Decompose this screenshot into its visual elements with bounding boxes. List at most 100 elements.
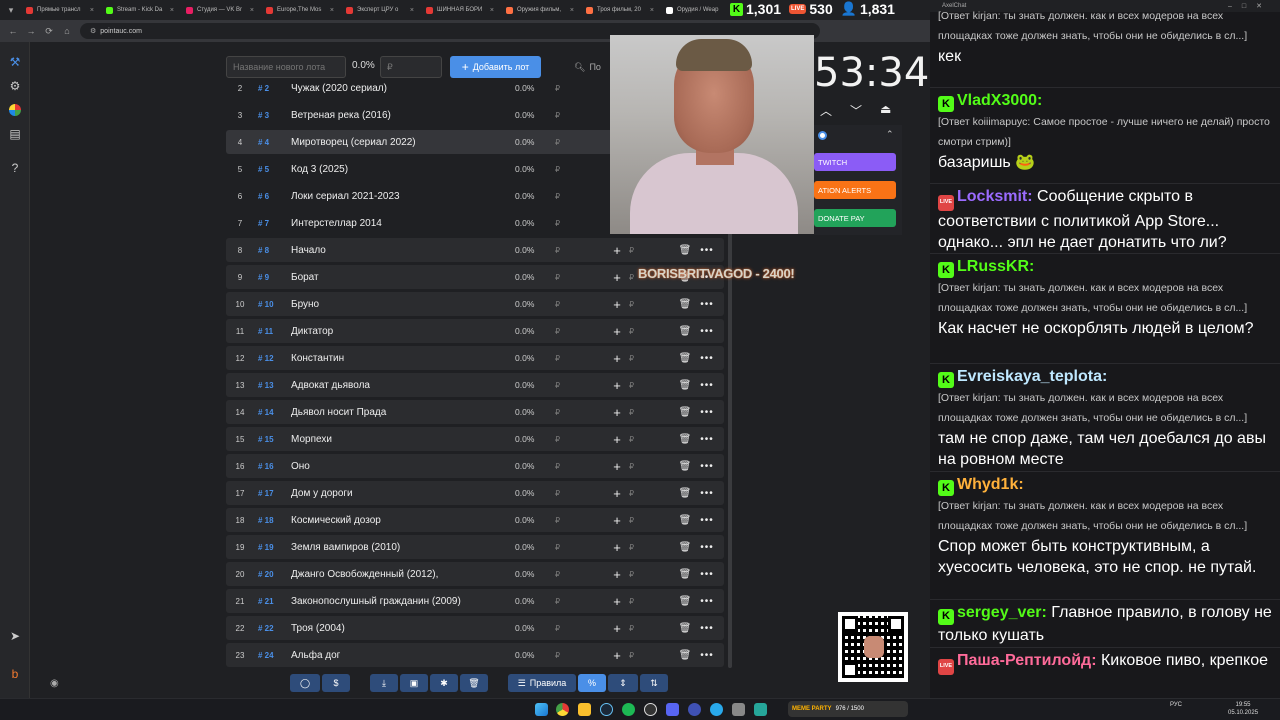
add-amount-button[interactable]: + bbox=[607, 351, 627, 366]
delete-icon[interactable]: 🗑 bbox=[675, 650, 695, 661]
lot-id[interactable]: # 21 bbox=[254, 597, 289, 606]
lot-amount[interactable]: ₽ bbox=[545, 381, 607, 390]
add-amount-button[interactable]: + bbox=[607, 270, 627, 285]
lot-id[interactable]: # 11 bbox=[254, 327, 289, 336]
browser-tab[interactable]: Stream - Kick Da × bbox=[100, 1, 180, 19]
add-amount-button[interactable]: + bbox=[607, 459, 627, 474]
lot-add-amount-input[interactable]: ₽ bbox=[627, 408, 675, 417]
lot-amount[interactable]: ₽ bbox=[545, 516, 607, 525]
lot-name[interactable]: Джанго Освобожденный (2012), bbox=[289, 569, 515, 580]
lot-id[interactable]: # 16 bbox=[254, 462, 289, 471]
close-icon[interactable]: × bbox=[330, 7, 334, 14]
lot-id[interactable]: # 13 bbox=[254, 381, 289, 390]
lot-name[interactable]: Троя (2004) bbox=[289, 623, 515, 634]
lot-add-amount-input[interactable]: ₽ bbox=[627, 381, 675, 390]
lot-name[interactable]: Борат bbox=[289, 272, 515, 283]
back-icon[interactable]: ← bbox=[8, 26, 18, 36]
delete-icon[interactable]: 🗑 bbox=[675, 461, 695, 472]
delete-icon[interactable]: 🗑 bbox=[675, 623, 695, 634]
obs-icon[interactable] bbox=[644, 703, 657, 716]
lot-row[interactable]: 20 # 20 Джанго Освобожденный (2012), 0.0% ₽ +… bbox=[226, 562, 724, 586]
close-icon[interactable]: × bbox=[570, 7, 574, 14]
lot-id[interactable]: # 22 bbox=[254, 624, 289, 633]
new-lot-input[interactable] bbox=[226, 56, 346, 78]
twitch-button[interactable]: TWITCH bbox=[814, 153, 896, 171]
close-icon[interactable]: × bbox=[490, 7, 494, 14]
lot-amount[interactable]: ₽ bbox=[545, 462, 607, 471]
clear-button[interactable]: 🗑 bbox=[460, 674, 488, 692]
lot-id[interactable]: # 12 bbox=[254, 354, 289, 363]
telegram-icon[interactable]: ➤ bbox=[7, 628, 23, 644]
donation-alerts-button[interactable]: ATION ALERTS bbox=[814, 181, 896, 199]
delete-icon[interactable]: 🗑 bbox=[675, 407, 695, 418]
more-icon[interactable]: ••• bbox=[695, 245, 719, 256]
delete-icon[interactable]: 🗑 bbox=[675, 542, 695, 553]
delete-icon[interactable]: 🗑 bbox=[675, 515, 695, 526]
add-amount-button[interactable]: + bbox=[607, 540, 627, 555]
site-info-icon[interactable]: ⚙ bbox=[90, 27, 96, 35]
lot-id[interactable]: # 3 bbox=[254, 111, 289, 120]
close-icon[interactable]: × bbox=[90, 7, 94, 14]
lot-amount[interactable]: ₽ bbox=[545, 543, 607, 552]
lot-amount[interactable]: ₽ bbox=[545, 327, 607, 336]
more-icon[interactable]: ••• bbox=[695, 353, 719, 364]
lot-id[interactable]: # 15 bbox=[254, 435, 289, 444]
system-clock[interactable]: 19:55 05.10.2025 bbox=[1228, 701, 1258, 717]
lot-amount[interactable]: ₽ bbox=[545, 246, 607, 255]
close-icon[interactable]: × bbox=[650, 7, 654, 14]
lot-row[interactable]: 22 # 22 Троя (2004) 0.0% ₽ + ₽ 🗑 ••• bbox=[226, 616, 724, 640]
language-indicator[interactable]: РУС bbox=[1170, 702, 1182, 708]
search-field[interactable]: 🔍︎ По bbox=[574, 56, 614, 78]
donatepay-button[interactable]: DONATE PAY bbox=[814, 209, 896, 227]
chat-username[interactable]: LRussKR: bbox=[957, 258, 1034, 275]
add-amount-button[interactable]: + bbox=[607, 567, 627, 582]
browser-tab[interactable]: Троя фильм, 20 × bbox=[580, 1, 660, 19]
lot-add-amount-input[interactable]: ₽ bbox=[627, 597, 675, 606]
chat-username[interactable]: sergey_ver: bbox=[957, 604, 1047, 621]
chevron-up-icon[interactable]: ︿ bbox=[820, 102, 832, 119]
lot-amount[interactable]: ₽ bbox=[545, 192, 607, 201]
lot-add-amount-input[interactable]: ₽ bbox=[627, 543, 675, 552]
add-amount-button[interactable]: + bbox=[607, 324, 627, 339]
browser-tab[interactable]: Орудия / Weap× bbox=[660, 1, 740, 19]
chat-username[interactable]: Whyd1k: bbox=[957, 476, 1024, 493]
chat-username[interactable]: Паша-Рептилойд: bbox=[957, 652, 1097, 669]
lot-name[interactable]: Чужак (2020 сериал) bbox=[289, 83, 515, 94]
more-icon[interactable]: ••• bbox=[695, 434, 719, 445]
app2-icon[interactable] bbox=[754, 703, 767, 716]
donate-button[interactable]: $ bbox=[322, 674, 350, 692]
more-icon[interactable]: ••• bbox=[695, 650, 719, 661]
delete-icon[interactable]: 🗑 bbox=[675, 596, 695, 607]
delete-icon[interactable]: 🗑 bbox=[675, 569, 695, 580]
percent-toggle[interactable]: % bbox=[578, 674, 606, 692]
add-amount-button[interactable]: + bbox=[607, 378, 627, 393]
lot-name[interactable]: Морпехи bbox=[289, 434, 515, 445]
start-icon[interactable] bbox=[535, 703, 548, 716]
lot-amount[interactable]: ₽ bbox=[545, 165, 607, 174]
lot-id[interactable]: # 6 bbox=[254, 192, 289, 201]
delete-icon[interactable]: 🗑 bbox=[675, 488, 695, 499]
add-amount-button[interactable]: + bbox=[607, 243, 627, 258]
lot-add-amount-input[interactable]: ₽ bbox=[627, 354, 675, 363]
close-icon[interactable]: × bbox=[250, 7, 254, 14]
forward-icon[interactable]: → bbox=[26, 26, 36, 36]
lot-row[interactable]: 18 # 18 Космический дозор 0.0% ₽ + ₽ 🗑 ••• bbox=[226, 508, 724, 532]
new-lot-amount-input[interactable] bbox=[380, 56, 442, 78]
more-icon[interactable]: ••• bbox=[695, 407, 719, 418]
close-icon[interactable]: × bbox=[170, 7, 174, 14]
lot-amount[interactable]: ₽ bbox=[545, 84, 607, 93]
lot-name[interactable]: Миротворец (сериал 2022) bbox=[289, 137, 515, 148]
lot-add-amount-input[interactable]: ₽ bbox=[627, 624, 675, 633]
lot-id[interactable]: # 24 bbox=[254, 651, 289, 660]
delete-icon[interactable]: 🗑 bbox=[675, 245, 695, 256]
lot-name[interactable]: Локи сериал 2021-2023 bbox=[289, 191, 515, 202]
lot-name[interactable]: Альфа дог bbox=[289, 650, 515, 661]
browser-tab[interactable]: ШИННАЯ БОРИ × bbox=[420, 1, 500, 19]
more-icon[interactable]: ••• bbox=[695, 596, 719, 607]
explorer-icon[interactable] bbox=[578, 703, 591, 716]
home-icon[interactable]: ⌂ bbox=[62, 26, 72, 36]
lot-add-amount-input[interactable]: ₽ bbox=[627, 462, 675, 471]
lot-id[interactable]: # 4 bbox=[254, 138, 289, 147]
compress-button[interactable]: ⇕ bbox=[608, 674, 638, 692]
boosty-icon[interactable]: b bbox=[7, 666, 23, 682]
